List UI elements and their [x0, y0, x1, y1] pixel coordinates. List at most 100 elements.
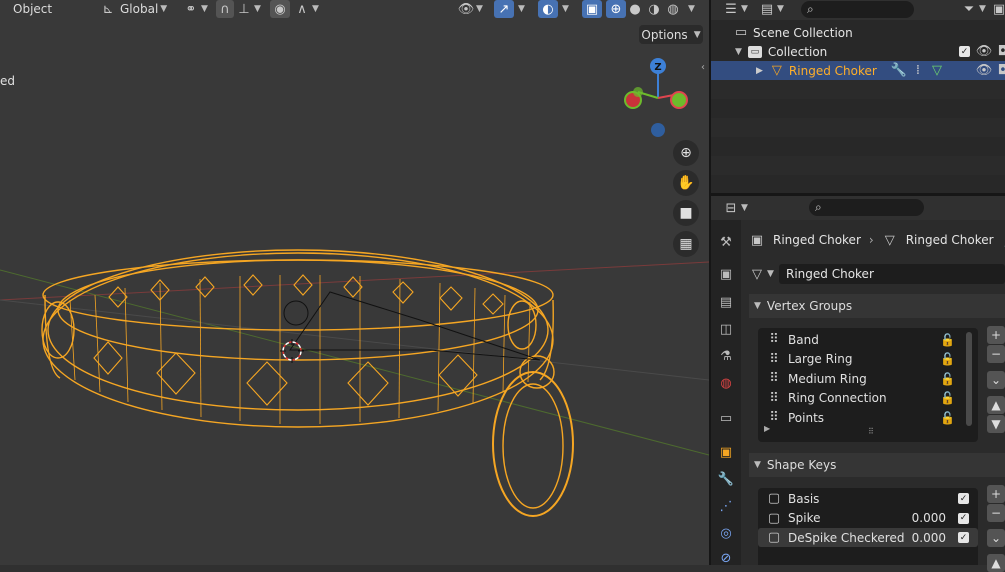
exclude-checkbox[interactable]: ✓ — [959, 46, 970, 57]
display-mode-dropdown[interactable]: ▤ ▼ — [759, 0, 784, 18]
falloff-dropdown[interactable]: ∧ ▼ — [294, 0, 319, 18]
new-collection-button[interactable]: ▣ — [991, 0, 1005, 18]
unlock-icon[interactable]: 🔓 — [940, 391, 955, 405]
add-vertex-group-button[interactable]: + — [987, 326, 1005, 344]
browse-mesh-dropdown[interactable]: ▽ ▼ — [749, 265, 774, 283]
vertex-group-row[interactable]: ⠿ Medium Ring 🔓 — [758, 369, 978, 388]
mode-dropdown[interactable]: Object — [13, 0, 52, 18]
outliner-search-input[interactable]: ⌕ — [801, 1, 914, 18]
pivot-dropdown[interactable]: ⚭ ▼ — [183, 0, 208, 18]
filter-dropdown[interactable]: ⏷ ▼ — [961, 0, 986, 18]
world-tab[interactable]: ◍ — [716, 373, 736, 393]
visibility-dropdown[interactable]: 👁 ▼ — [458, 0, 483, 18]
eye-icon[interactable]: 👁 — [976, 44, 993, 60]
add-shape-key-button[interactable]: + — [987, 485, 1005, 503]
gizmo-toggle[interactable]: ↗ — [494, 0, 514, 18]
vertex-group-row[interactable]: ⠿ Points 🔓 — [758, 408, 978, 427]
unlock-icon[interactable]: 🔓 — [940, 352, 955, 366]
scene-collection-label: Scene Collection — [753, 25, 853, 40]
orientation-dropdown[interactable]: ⊾ Global ▼ — [100, 0, 168, 18]
viewport-scene[interactable] — [0, 0, 709, 565]
shape-key-row[interactable]: ▢ DeSpike Checkered 0.000 ✓ — [758, 528, 978, 548]
vertex-group-row[interactable]: ⠿ Large Ring 🔓 — [758, 350, 978, 369]
list-scrollbar[interactable] — [966, 332, 972, 426]
unlock-icon[interactable]: 🔓 — [940, 372, 955, 386]
shape-key-mute-checkbox[interactable]: ✓ — [958, 493, 969, 504]
unlock-icon[interactable]: 🔓 — [940, 411, 955, 425]
viewport-header: Object ⊾ Global ▼ ⚭ ▼ ∩ ⊥ ▼ ◉ ∧ ▼ 👁 ▼ ↗ ▼ ◐ … — [0, 0, 709, 19]
zoom-button[interactable]: ⊕ — [673, 140, 699, 166]
shape-key-row[interactable]: ▢ Basis ✓ — [758, 489, 978, 508]
shape-key-specials-button[interactable]: ⌄ — [987, 529, 1005, 547]
vertex-group-specials-button[interactable]: ⌄ — [987, 371, 1005, 389]
shape-keys-panel-header[interactable]: ▼ Shape Keys — [749, 453, 1005, 477]
vertex-group-row[interactable]: ⠿ Ring Connection 🔓 — [758, 389, 978, 408]
tool-tab[interactable]: ⚒ — [716, 232, 736, 252]
shape-key-row[interactable]: ▢ Spike 0.000 ✓ — [758, 509, 978, 528]
constraints-tab[interactable]: ⊘ — [716, 548, 736, 568]
particles-tab[interactable]: ⋰ — [716, 496, 736, 516]
3d-viewport[interactable]: Object ⊾ Global ▼ ⚭ ▼ ∩ ⊥ ▼ ◉ ∧ ▼ 👁 ▼ ↗ ▼ ◐ … — [0, 0, 709, 565]
camera-view-button[interactable]: ■ — [673, 200, 699, 226]
wrench-icon[interactable]: 🔧 — [891, 63, 907, 79]
overlays-icon: ◐ — [542, 1, 554, 17]
scene-tab[interactable]: ⚗ — [716, 346, 736, 366]
modifiers-tab[interactable]: 🔧 — [716, 469, 736, 489]
shading-dropdown[interactable]: ▼ — [686, 0, 695, 18]
move-down-button[interactable]: ▼ — [987, 415, 1005, 433]
editor-type-dropdown[interactable]: ⊟ ▼ — [723, 199, 748, 217]
shape-key-value[interactable]: 0.000 — [912, 511, 946, 525]
sidebar-toggle-arrow-icon[interactable]: ‹ — [701, 62, 705, 73]
shading-solid[interactable]: ● — [626, 0, 644, 18]
proportional-edit-toggle[interactable]: ◉ — [270, 0, 290, 18]
eye-icon[interactable]: 👁 — [976, 63, 993, 79]
collection-label: Collection — [767, 44, 828, 59]
editor-type-dropdown[interactable]: ☰ ▼ — [723, 0, 748, 18]
expand-right-icon[interactable]: ▶ — [764, 424, 770, 433]
shape-key-value[interactable]: 0.000 — [912, 531, 946, 545]
options-dropdown[interactable]: Options ▼ — [639, 25, 703, 44]
render-tab[interactable]: ▣ — [716, 264, 736, 284]
chevron-right-icon: › — [868, 233, 874, 247]
gizmo-dropdown[interactable]: ▼ — [516, 0, 525, 18]
vertex-groups-icon[interactable]: ⁞ — [910, 63, 926, 79]
move-up-button[interactable]: ▲ — [987, 396, 1005, 414]
expand-down-icon[interactable]: ▼ — [735, 47, 742, 57]
shape-key-mute-checkbox[interactable]: ✓ — [958, 532, 969, 544]
perspective-toggle-button[interactable]: ▦ — [673, 231, 699, 257]
snap-dropdown[interactable]: ⊥ ▼ — [236, 0, 261, 18]
camera-icon[interactable]: ◘ — [995, 44, 1005, 60]
vertex-groups-panel-header[interactable]: ▼ Vertex Groups — [749, 294, 1005, 318]
properties-search-input[interactable]: ⌕ — [809, 199, 924, 216]
shading-rendered[interactable]: ◍ — [664, 0, 682, 18]
printer-icon: ▤ — [719, 294, 733, 310]
pan-button[interactable]: ✋ — [673, 170, 699, 196]
outliner-row-ringed-choker[interactable]: ▶ ▽ Ringed Choker 🔧 ⁞ ▽ 👁 ◘ — [711, 61, 1005, 80]
mesh-data-icon[interactable]: ▽ — [929, 63, 945, 79]
move-up-button[interactable]: ▲ — [987, 554, 1005, 572]
snap-toggle[interactable]: ∩ — [216, 0, 234, 18]
remove-shape-key-button[interactable]: − — [987, 504, 1005, 522]
physics-tab[interactable]: ◎ — [716, 523, 736, 543]
output-tab[interactable]: ▤ — [716, 292, 736, 312]
outliner-row-collection[interactable]: ▼ ▭ Collection ✓ 👁 ◘ — [711, 42, 1005, 61]
expand-right-icon[interactable]: ▶ — [756, 66, 763, 76]
unlock-icon[interactable]: 🔓 — [940, 333, 955, 347]
shape-key-mute-checkbox[interactable]: ✓ — [958, 512, 969, 524]
remove-vertex-group-button[interactable]: − — [987, 345, 1005, 363]
overlays-toggle[interactable]: ◐ — [538, 0, 558, 18]
shading-material[interactable]: ◑ — [645, 0, 663, 18]
overlays-dropdown[interactable]: ▼ — [560, 0, 569, 18]
outliner-row-scene-collection[interactable]: ▭ Scene Collection — [711, 23, 1005, 42]
resize-handle-icon[interactable]: ⠿ — [868, 427, 874, 436]
gizmo-icon: ↗ — [498, 1, 510, 17]
xray-toggle[interactable]: ▣ — [582, 0, 602, 18]
navigation-gizmo[interactable]: Z — [618, 54, 698, 140]
camera-icon[interactable]: ◘ — [995, 63, 1005, 79]
mesh-name-field[interactable]: Ringed Choker — [779, 264, 1005, 284]
object-tab[interactable]: ▣ — [716, 442, 736, 462]
shading-wireframe[interactable]: ⊕ — [606, 0, 626, 18]
view-layer-tab[interactable]: ◫ — [716, 319, 736, 339]
vertex-group-row[interactable]: ⠿ Band 🔓 — [758, 330, 978, 349]
collection-tab[interactable]: ▭ — [716, 408, 736, 428]
